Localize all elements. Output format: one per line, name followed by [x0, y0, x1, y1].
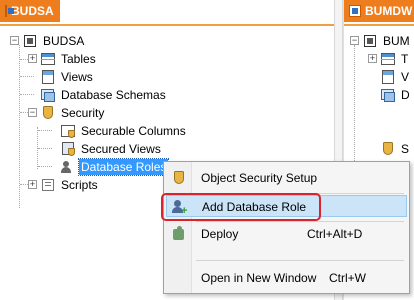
tree-connector [20, 76, 34, 77]
right-tree-node-t[interactable]: T [380, 50, 410, 68]
view-icon [40, 69, 56, 85]
right-tree-node-d-label: D [401, 88, 410, 102]
right-tree-node-root-label: BUM [383, 34, 410, 48]
collapse-icon[interactable]: − [10, 36, 19, 45]
tree-node-securable-columns-label: Securable Columns [81, 124, 186, 138]
menu-separator [196, 221, 404, 222]
collapse-icon[interactable]: − [28, 108, 37, 117]
expand-icon[interactable]: + [28, 54, 37, 63]
menu-item-label: Open in New Window [201, 271, 317, 285]
tab-bumdw[interactable]: BUMDW [344, 0, 414, 22]
project-icon [349, 5, 361, 17]
tab-budsa[interactable]: BUDSA ✕ [0, 0, 72, 22]
menu-item-label: Object Security Setup [201, 171, 318, 185]
context-menu: Object Security Setup + Add Database Rol… [161, 161, 410, 294]
menu-item-add-database-role[interactable]: + Add Database Role [161, 193, 407, 221]
roles-icon [60, 159, 76, 175]
right-tree-node-s-label: S [401, 142, 410, 156]
tree-node-database-roles[interactable]: Database Roles [60, 158, 170, 176]
schema-icon [380, 87, 396, 103]
menu-separator [196, 260, 404, 261]
tree-node-root[interactable]: BUDSA [22, 32, 86, 50]
tab-bumdw-label: BUMDW [365, 4, 413, 18]
tree-node-views[interactable]: Views [40, 68, 95, 86]
menu-item-shortcut: Ctrl+Alt+D [307, 227, 363, 241]
tree-node-scripts-label: Scripts [61, 178, 98, 192]
tree-node-security[interactable]: Security [40, 104, 106, 122]
tree-connector [354, 45, 355, 165]
tree-node-secured-views[interactable]: Secured Views [60, 140, 163, 158]
secured-view-icon [60, 141, 76, 157]
right-tree-node-t-label: T [401, 52, 409, 66]
tree-node-tables-label: Tables [61, 52, 96, 66]
expand-icon[interactable]: + [368, 54, 377, 63]
tree-node-tables[interactable]: Tables [40, 50, 98, 68]
tree-node-root-label: BUDSA [43, 34, 85, 48]
tree-node-database-schemas[interactable]: Database Schemas [40, 86, 168, 104]
scripts-icon [40, 177, 56, 193]
collapse-icon[interactable]: − [350, 36, 359, 45]
tree-node-database-roles-label: Database Roles [77, 158, 170, 176]
tree-node-secured-views-label: Secured Views [81, 142, 161, 156]
tree-node-views-label: Views [61, 70, 93, 84]
tree-connector [38, 166, 52, 167]
view-icon [380, 69, 396, 85]
database-icon [22, 33, 38, 49]
table-icon [40, 51, 56, 67]
close-icon[interactable]: ✕ [61, 3, 72, 19]
menu-item-open-in-new-window[interactable]: Open in New Window Ctrl+W [166, 267, 407, 289]
tree-node-securable-columns[interactable]: Securable Columns [60, 122, 188, 140]
right-tabstrip: BUMDW [344, 0, 414, 26]
right-tree-node-root[interactable]: BUM [362, 32, 412, 50]
right-tree-node-s[interactable]: S [380, 140, 411, 158]
securable-columns-icon [60, 123, 76, 139]
tree-connector [38, 130, 52, 131]
tree-node-security-label: Security [61, 106, 105, 120]
left-tabstrip: BUDSA ✕ [0, 0, 334, 26]
menu-item-label: Deploy [201, 227, 239, 241]
highlight-outline [161, 193, 321, 221]
schema-icon [40, 87, 56, 103]
right-tree-node-d[interactable]: D [380, 86, 412, 104]
tree-connector [38, 148, 52, 149]
shield-icon [380, 141, 396, 157]
right-tree-node-v[interactable]: V [380, 68, 411, 86]
shield-icon [171, 170, 187, 186]
expand-icon[interactable]: + [28, 180, 37, 189]
database-icon [362, 33, 378, 49]
tree-connector [20, 94, 34, 95]
tree-node-database-schemas-label: Database Schemas [61, 88, 166, 102]
project-icon [5, 5, 14, 17]
tab-budsa-label: BUDSA [11, 4, 54, 18]
shield-icon [40, 105, 56, 121]
tree-node-scripts[interactable]: Scripts [40, 176, 100, 194]
menu-item-shortcut: Ctrl+W [329, 271, 366, 285]
right-tree-node-v-label: V [401, 70, 410, 84]
menu-item-object-security-setup[interactable]: Object Security Setup [166, 167, 407, 189]
menu-item-deploy[interactable]: Deploy Ctrl+Alt+D [166, 223, 407, 245]
table-icon [380, 51, 396, 67]
deploy-icon [171, 226, 187, 242]
